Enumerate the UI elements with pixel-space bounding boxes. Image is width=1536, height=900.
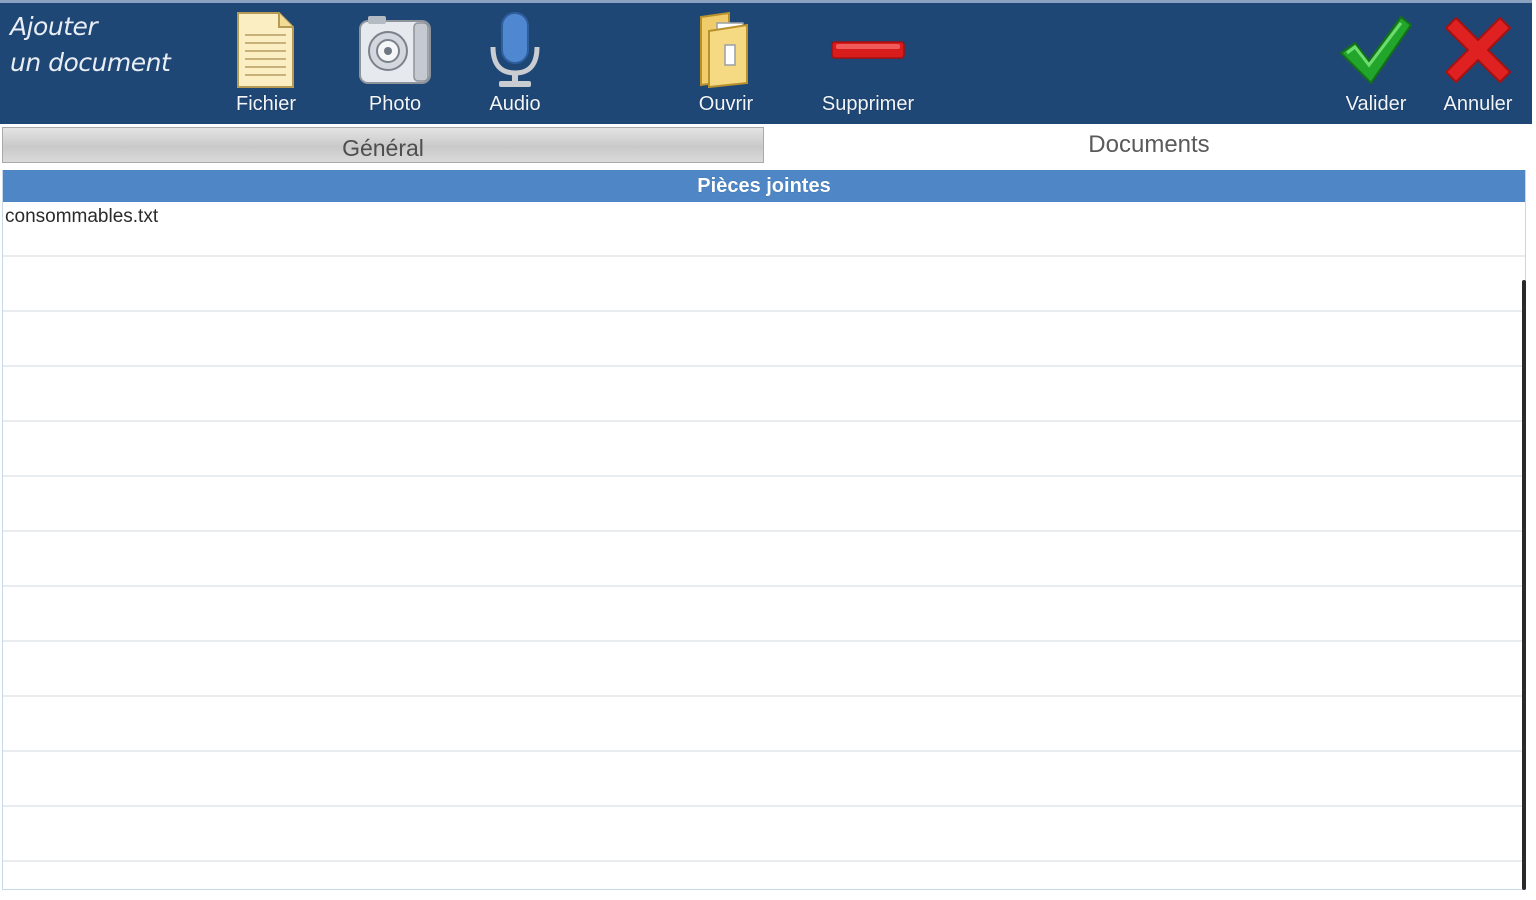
list-item-empty [3, 642, 1525, 697]
window-edge [1532, 0, 1536, 900]
scrollbar-thumb[interactable] [1522, 280, 1526, 890]
annuler-button[interactable]: Annuler [1418, 9, 1536, 121]
page-title-line2: un document [10, 48, 171, 77]
list-item-empty [3, 532, 1525, 587]
page-title: Ajouter un document [10, 9, 171, 81]
audio-button[interactable]: Audio [455, 9, 575, 121]
annuler-label: Annuler [1443, 93, 1513, 115]
list-header: Pièces jointes [3, 170, 1525, 202]
supprimer-label: Supprimer [821, 93, 915, 115]
photo-label: Photo [368, 93, 422, 115]
list-item-empty [3, 752, 1525, 807]
document-icon [237, 12, 294, 88]
list-item-empty [3, 257, 1525, 312]
list-item-empty [3, 312, 1525, 367]
folder-icon [700, 11, 748, 89]
list-item-empty [3, 422, 1525, 477]
tab-documents[interactable]: Documents [766, 124, 1532, 166]
ouvrir-button[interactable]: Ouvrir [666, 9, 786, 121]
tab-general[interactable]: Général [2, 127, 764, 163]
tab-bar: Général Documents [0, 124, 1532, 166]
x-icon [1445, 17, 1511, 83]
microphone-icon [490, 12, 540, 87]
toolbar: Ajouter un document Fichier Photo Audio … [0, 0, 1532, 124]
list-item[interactable]: consommables.txt [3, 202, 1525, 257]
list-item-empty [3, 367, 1525, 422]
list-item-empty [3, 807, 1525, 862]
page-title-line1: Ajouter [10, 12, 98, 41]
checkmark-icon [1340, 16, 1412, 84]
list-scrollbar[interactable] [1521, 200, 1527, 890]
list-item-empty [3, 697, 1525, 752]
audio-label: Audio [489, 93, 541, 115]
fichier-button[interactable]: Fichier [206, 9, 326, 121]
list-item-empty [3, 477, 1525, 532]
photo-button[interactable]: Photo [335, 9, 455, 121]
valider-label: Valider [1345, 93, 1407, 115]
minus-icon [831, 41, 905, 59]
attachments-list: Pièces jointes consommables.txt [2, 170, 1526, 890]
ouvrir-label: Ouvrir [698, 93, 754, 115]
camera-icon [359, 16, 431, 84]
supprimer-button[interactable]: Supprimer [808, 9, 928, 121]
fichier-label: Fichier [235, 93, 296, 115]
list-item-empty [3, 587, 1525, 642]
